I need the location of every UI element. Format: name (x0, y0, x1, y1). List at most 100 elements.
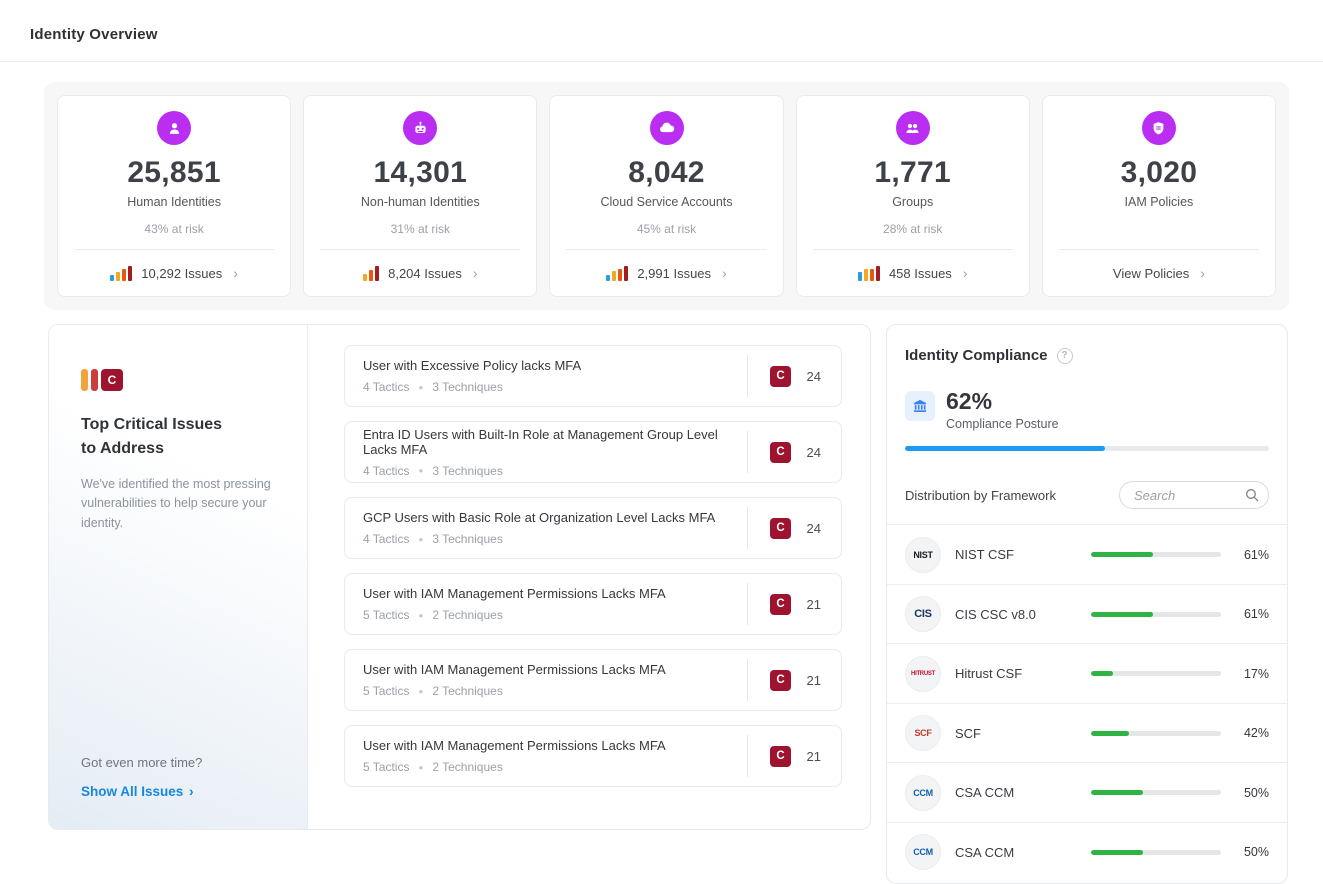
distribution-label: Distribution by Framework (905, 488, 1056, 503)
show-all-issues-link[interactable]: Show All Issues › (81, 783, 279, 799)
search-icon (1245, 488, 1259, 502)
issue-row[interactable]: User with Excessive Policy lacks MFA4 Ta… (344, 345, 842, 407)
issues-bar-chart-icon (363, 265, 379, 281)
critical-badge-icon: C (101, 369, 123, 391)
stat-label: Non-human Identities (304, 195, 536, 209)
issue-divider (747, 583, 748, 625)
issue-title: User with IAM Management Permissions Lac… (363, 586, 747, 601)
identity-compliance-card: Identity Compliance ? 62% Compliance Pos… (886, 324, 1288, 884)
stat-footer-label: 10,292 Issues (141, 266, 222, 281)
stat-card-non-human-identities: 14,301Non-human Identities31% at risk8,2… (303, 95, 537, 297)
issue-main: User with IAM Management Permissions Lac… (363, 738, 747, 774)
chevron-right-icon: › (189, 783, 194, 799)
stat-card-human-identities: 25,851Human Identities43% at risk10,292 … (57, 95, 291, 297)
compliance-header: Identity Compliance ? (887, 347, 1287, 364)
issue-techniques: 2 Techniques (432, 608, 503, 622)
issue-main: User with IAM Management Permissions Lac… (363, 586, 747, 622)
issue-row[interactable]: User with IAM Management Permissions Lac… (344, 725, 842, 787)
framework-row-hitrust-csf[interactable]: HITRUSTHitrust CSF17% (887, 643, 1287, 703)
framework-percentage: 17% (1235, 667, 1269, 681)
chevron-right-icon: › (963, 265, 968, 281)
dot-separator-icon: ● (418, 763, 423, 772)
issue-count: 21 (791, 597, 821, 612)
critical-severity-badge: C (770, 518, 791, 539)
help-icon[interactable]: ? (1057, 348, 1073, 364)
framework-percentage: 61% (1235, 607, 1269, 621)
compliance-progress-bar (905, 446, 1269, 451)
issue-techniques: 2 Techniques (432, 760, 503, 774)
issue-divider (747, 659, 748, 701)
framework-name: CSA CCM (955, 785, 1091, 800)
issue-count: 24 (791, 369, 821, 384)
issue-count: 21 (791, 749, 821, 764)
chevron-right-icon: › (722, 265, 727, 281)
issue-tactics: 5 Tactics (363, 608, 409, 622)
framework-progress-fill (1091, 731, 1129, 736)
stat-footer-link[interactable]: 10,292 Issues› (58, 250, 290, 296)
stat-risk: 45% at risk (550, 222, 782, 236)
stat-label: Groups (797, 195, 1029, 209)
severity-bar-orange-icon (81, 369, 88, 391)
stat-footer-link[interactable]: View Policies› (1043, 250, 1275, 296)
chevron-right-icon: › (473, 265, 478, 281)
issue-count: 21 (791, 673, 821, 688)
cloud-icon (650, 111, 684, 145)
page-header: Identity Overview (0, 0, 1323, 61)
stat-risk (1043, 222, 1275, 236)
dot-separator-icon: ● (418, 383, 423, 392)
stat-footer-link[interactable]: 2,991 Issues› (550, 250, 782, 296)
issue-tactics: 4 Tactics (363, 532, 409, 546)
framework-progress-fill (1091, 790, 1143, 795)
stat-card-cloud-service-accounts: 8,042Cloud Service Accounts45% at risk2,… (549, 95, 783, 297)
show-all-issues-label: Show All Issues (81, 784, 183, 799)
framework-progress-fill (1091, 850, 1143, 855)
framework-progress-fill (1091, 612, 1153, 617)
framework-progress-bar (1091, 850, 1221, 855)
framework-row-cis-csc-v8-0[interactable]: CISCIS CSC v8.061% (887, 584, 1287, 644)
dot-separator-icon: ● (418, 466, 423, 475)
main-row: C Top Critical Issues to Address We've i… (48, 324, 1323, 884)
framework-row-scf[interactable]: SCFSCF42% (887, 703, 1287, 763)
issue-title: GCP Users with Basic Role at Organizatio… (363, 510, 747, 525)
compliance-progress-fill (905, 446, 1105, 451)
robot-icon (403, 111, 437, 145)
framework-progress-bar (1091, 612, 1221, 617)
more-time-text: Got even more time? (81, 755, 279, 770)
stat-footer-link[interactable]: 8,204 Issues› (304, 250, 536, 296)
issue-techniques: 2 Techniques (432, 684, 503, 698)
issue-count: 24 (791, 445, 821, 460)
issue-meta: 5 Tactics●2 Techniques (363, 684, 747, 698)
issue-divider (747, 735, 748, 777)
stat-value: 14,301 (304, 156, 536, 190)
shield-icon (1142, 111, 1176, 145)
distribution-row: Distribution by Framework (905, 481, 1269, 509)
issue-tactics: 4 Tactics (363, 380, 409, 394)
issue-main: User with IAM Management Permissions Lac… (363, 662, 747, 698)
issue-meta: 4 Tactics●3 Techniques (363, 464, 747, 478)
issues-bar-chart-icon (110, 265, 132, 281)
stat-value: 25,851 (58, 156, 290, 190)
critical-severity-badge: C (770, 746, 791, 767)
framework-progress-bar (1091, 790, 1221, 795)
stats-panel: 25,851Human Identities43% at risk10,292 … (44, 82, 1289, 310)
stat-footer-label: View Policies (1113, 266, 1189, 281)
issue-row[interactable]: User with IAM Management Permissions Lac… (344, 573, 842, 635)
framework-row-csa-ccm[interactable]: CCMCSA CCM50% (887, 822, 1287, 882)
stat-footer-link[interactable]: 458 Issues› (797, 250, 1029, 296)
framework-percentage: 50% (1235, 845, 1269, 859)
critical-severity-icon: C (81, 369, 279, 391)
compliance-posture: 62% Compliance Posture (905, 389, 1269, 431)
critical-severity-badge: C (770, 594, 791, 615)
issue-row[interactable]: GCP Users with Basic Role at Organizatio… (344, 497, 842, 559)
issue-title: User with IAM Management Permissions Lac… (363, 738, 747, 753)
nist-logo-icon: NIST (905, 537, 941, 573)
issue-divider (747, 355, 748, 397)
framework-row-nist-csf[interactable]: NISTNIST CSF61% (887, 524, 1287, 584)
issue-tactics: 4 Tactics (363, 464, 409, 478)
framework-name: Hitrust CSF (955, 666, 1091, 681)
framework-row-csa-ccm[interactable]: CCMCSA CCM50% (887, 762, 1287, 822)
issue-row[interactable]: Entra ID Users with Built-In Role at Man… (344, 421, 842, 483)
issue-row[interactable]: User with IAM Management Permissions Lac… (344, 649, 842, 711)
stat-risk: 43% at risk (58, 222, 290, 236)
framework-progress-fill (1091, 671, 1113, 676)
